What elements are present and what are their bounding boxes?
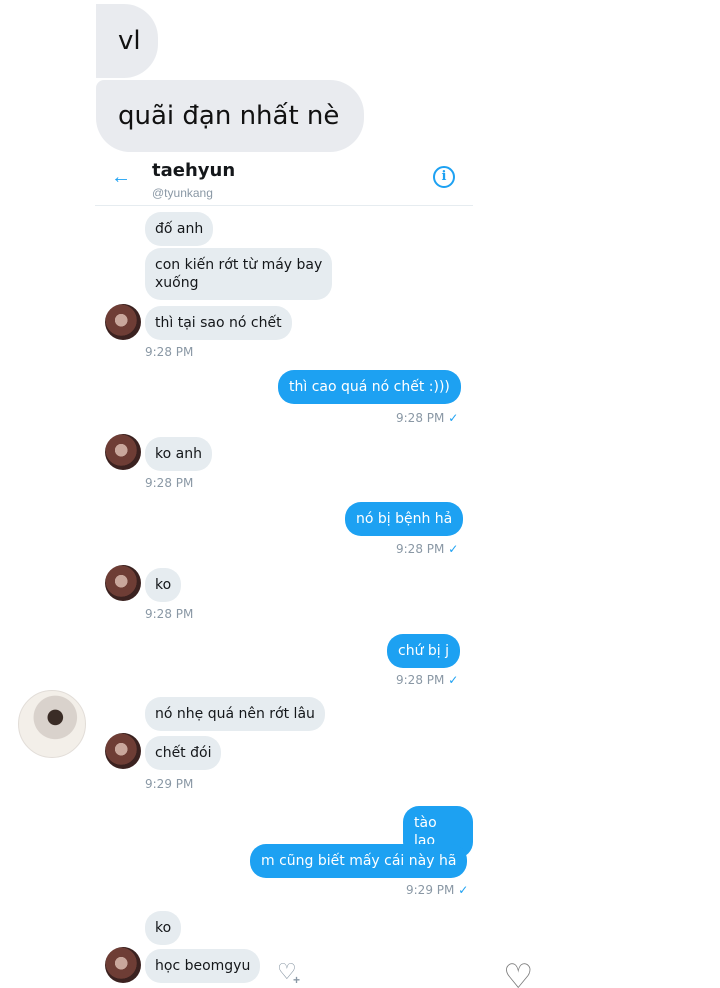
back-arrow-icon: ← — [111, 166, 131, 188]
received-message: ko — [145, 911, 182, 945]
info-icon: i — [433, 166, 455, 188]
contact-avatar — [105, 434, 141, 470]
sender-avatar[interactable] — [18, 690, 86, 758]
received-message: nó nhẹ quá nên rớt lâu — [145, 697, 325, 731]
dm-header: ← taehyun @tyunkang i — [95, 152, 473, 206]
timestamp: 9:28 PM — [145, 345, 194, 359]
contact-handle: @tyunkang — [152, 186, 213, 200]
timestamp: 9:29 PM — [145, 777, 194, 791]
received-message: con kiến rớt từ máy bay xuống — [145, 248, 333, 300]
contact-name: taehyun — [152, 160, 236, 181]
received-message: học beomgyu — [145, 949, 261, 983]
heart-icon[interactable]: ♡ — [503, 960, 543, 988]
heart-add-icon: ♡ + — [277, 959, 301, 988]
received-message: ko — [145, 568, 182, 602]
contact-avatar — [105, 947, 141, 983]
check-icon: ✓ — [448, 673, 459, 687]
shared-screenshot[interactable]: ← taehyun @tyunkang i đố anh con kiến rớ… — [95, 152, 473, 988]
timestamp: 9:28 PM ✓ — [396, 673, 459, 687]
sent-message: thì cao quá nó chết :))) — [278, 370, 461, 404]
check-icon: ✓ — [448, 411, 459, 425]
timestamp: 9:28 PM — [145, 476, 194, 490]
outer-message-1[interactable]: vl — [96, 4, 158, 78]
received-message: ko anh — [145, 437, 212, 471]
received-message: đố anh — [145, 212, 214, 246]
timestamp: 9:28 PM ✓ — [396, 542, 459, 556]
check-icon: ✓ — [458, 883, 469, 897]
contact-avatar — [105, 733, 141, 769]
sent-message: chứ bị j — [387, 634, 461, 668]
check-icon: ✓ — [448, 542, 459, 556]
timestamp: 9:28 PM ✓ — [396, 411, 459, 425]
outer-message-2-text: quãi đạn nhất nè — [118, 101, 340, 131]
timestamp: 9:28 PM — [145, 607, 194, 621]
contact-avatar — [105, 565, 141, 601]
contact-avatar — [105, 304, 141, 340]
sent-message: m cũng biết mấy cái này hã — [250, 844, 468, 878]
sent-message: nó bị bệnh hả — [345, 502, 464, 536]
outer-message-1-text: vl — [118, 26, 141, 56]
outer-message-2[interactable]: quãi đạn nhất nè — [96, 80, 364, 152]
received-message: chết đói — [145, 736, 222, 770]
timestamp: 9:29 PM ✓ — [406, 883, 469, 897]
received-message: thì tại sao nó chết — [145, 306, 292, 340]
